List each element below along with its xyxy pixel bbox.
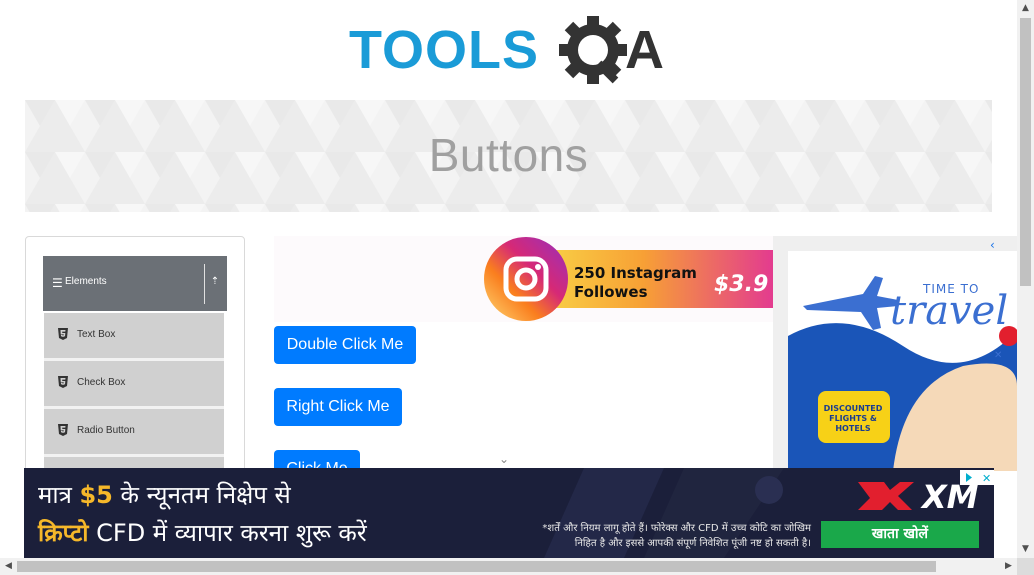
ad-choices-icon: ✕ [966, 472, 991, 485]
horizontal-scroll-thumb[interactable] [17, 561, 936, 572]
ad-choices[interactable]: ✕ [960, 470, 994, 485]
svg-text:✕: ✕ [994, 350, 1002, 361]
scrollbar-corner [1017, 558, 1034, 575]
horizontal-scrollbar[interactable]: ◀ ▶ [0, 558, 1017, 575]
hamburger-icon: ☰ [52, 276, 63, 290]
sidebar-group-title: Elements [65, 276, 107, 287]
ad-disclaimer: *शर्तें और नियम लागू होते हैं। फोरेक्स औ… [542, 523, 811, 549]
toolsqa-logo[interactable]: TOOLS A [349, 14, 671, 90]
ad-price: $3.9 [714, 272, 769, 297]
ad-line-1: मात्र $5 के न्यूनतम निक्षेप से [38, 481, 291, 509]
scroll-right-arrow-icon[interactable]: ▶ [1000, 558, 1017, 575]
sidebar-item-label: Check Box [77, 377, 126, 388]
sidebar-item-label: Text Box [77, 329, 116, 340]
svg-text:✕: ✕ [982, 472, 991, 485]
html5-icon [58, 376, 68, 388]
xm-bottom-ad[interactable]: मात्र $5 के न्यूनतम निक्षेप से क्रिप्टो … [24, 468, 994, 558]
header-divider [204, 264, 205, 304]
ad-badge: DISCOUNTED FLIGHTS & HOTELS [823, 404, 883, 433]
open-account-button[interactable]: खाता खोलें [821, 521, 979, 548]
page-title: Buttons [428, 129, 589, 181]
sidebar-group-elements[interactable]: ☰ Elements ⇡ [43, 256, 227, 311]
html5-icon [58, 328, 68, 340]
page-banner: Buttons [25, 100, 992, 212]
ad-close-icon[interactable]: ‹ [990, 238, 995, 252]
double-click-button[interactable]: Double Click Me [274, 326, 416, 364]
ad-headline-big: travel [890, 288, 1009, 334]
scroll-up-arrow-icon[interactable]: ▲ [1017, 0, 1034, 17]
vertical-scroll-thumb[interactable] [1020, 18, 1031, 286]
scroll-left-arrow-icon[interactable]: ◀ [0, 558, 17, 575]
vertical-scrollbar[interactable]: ▲ ▼ [1017, 0, 1034, 560]
travel-ad-graphic: ✕ [773, 236, 1017, 471]
sidebar-item-radio-button[interactable]: Radio Button [44, 409, 224, 457]
chevron-down-icon[interactable]: ⌄ [499, 452, 509, 466]
sidebar: ☰ Elements ⇡ Text Box Check Box Radio Bu… [25, 236, 245, 498]
ad-line-2: क्रिप्टो CFD में व्यापार करना शुरू करें [38, 519, 367, 547]
logo-text-tools: TOOLS [349, 20, 539, 80]
sidebar-item-check-box[interactable]: Check Box [44, 361, 224, 409]
instagram-followers-ad[interactable]: 250 Instagram Followes $3.9 [274, 236, 773, 322]
gear-icon [559, 16, 627, 84]
sidebar-item-label: Radio Button [77, 425, 135, 436]
ad-headline: 250 Instagram Followes [574, 264, 697, 301]
html5-icon [58, 424, 68, 436]
travel-ad[interactable]: ✕ TIME TO travel DISCOUNTED FLIGHTS & HO… [773, 236, 1017, 471]
collapse-arrow-icon[interactable]: ⇡ [207, 276, 223, 287]
svg-text:A: A [625, 20, 664, 80]
scroll-down-arrow-icon[interactable]: ▼ [1017, 541, 1034, 558]
right-click-button[interactable]: Right Click Me [274, 388, 402, 426]
sidebar-item-text-box[interactable]: Text Box [44, 313, 224, 361]
